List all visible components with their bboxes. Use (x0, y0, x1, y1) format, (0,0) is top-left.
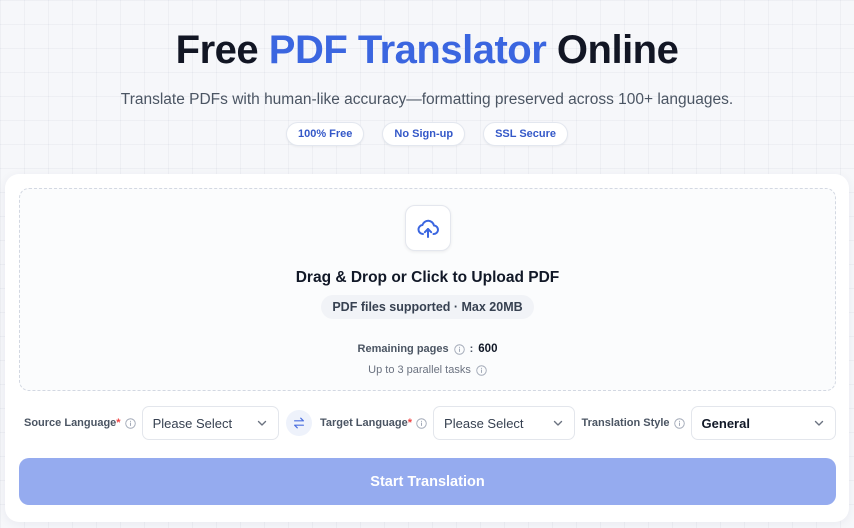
info-icon[interactable] (453, 343, 465, 355)
cloud-upload-icon (417, 219, 439, 238)
required-mark: * (407, 417, 413, 429)
target-label-text: Target Language (319, 417, 408, 429)
badge-no-signup: No Sign-up (382, 122, 466, 146)
remaining-label: Remaining pages (357, 343, 449, 355)
remaining-pages: Remaining pages : 600 (20, 343, 835, 355)
upload-icon-box[interactable] (405, 205, 451, 251)
translation-style-select[interactable]: General (690, 406, 836, 440)
file-hint: PDF files supported · Max 20MB (321, 295, 534, 319)
language-row: Source Language* Please Select Target La… (19, 402, 836, 444)
remaining-separator: : (469, 343, 474, 355)
pdf-dropzone[interactable]: Drag & Drop or Click to Upload PDF PDF f… (19, 188, 836, 391)
upload-title: Drag & Drop or Click to Upload PDF (295, 269, 560, 286)
badge-ssl: SSL Secure (483, 122, 569, 146)
info-icon[interactable] (124, 417, 136, 429)
title-part-2: Online (556, 28, 679, 72)
source-language-select[interactable]: Please Select (141, 406, 280, 440)
translator-card: Drag & Drop or Click to Upload PDF PDF f… (5, 174, 849, 522)
feature-badges: 100% Free No Sign-up SSL Secure (0, 122, 854, 146)
start-translation-button[interactable]: Start Translation (19, 458, 836, 505)
chevron-down-icon (553, 420, 562, 426)
style-select-value: General (701, 415, 750, 431)
target-language-select[interactable]: Please Select (433, 406, 575, 440)
parallel-label: Up to 3 parallel tasks (368, 364, 471, 376)
target-select-value: Please Select (444, 415, 524, 431)
page-subtitle: Translate PDFs with human-like accuracy—… (120, 91, 734, 108)
translation-style-label: Translation Style (582, 417, 685, 429)
info-icon[interactable] (476, 364, 487, 376)
file-hint-wrap: PDF files supported · Max 20MB (20, 295, 835, 319)
page-title: Free PDF Translator Online (0, 26, 854, 74)
swap-icon (294, 417, 304, 429)
chevron-down-icon (257, 420, 267, 426)
title-accent: PDF Translator (268, 28, 547, 72)
source-label-text: Source Language (24, 417, 117, 429)
chevron-down-icon (814, 420, 824, 426)
badge-free: 100% Free (285, 122, 365, 146)
source-select-value: Please Select (152, 415, 233, 431)
parallel-tasks-note: Up to 3 parallel tasks (20, 364, 835, 376)
info-icon[interactable] (416, 417, 427, 429)
target-language-label: Target Language* (320, 417, 427, 429)
source-language-label: Source Language* (24, 417, 136, 429)
required-mark: * (116, 417, 121, 429)
swap-languages-button[interactable] (286, 410, 312, 436)
title-part-1: Free (175, 28, 259, 72)
info-icon[interactable] (673, 417, 685, 429)
style-label-text: Translation Style (581, 417, 670, 429)
remaining-count: 600 (478, 343, 498, 355)
